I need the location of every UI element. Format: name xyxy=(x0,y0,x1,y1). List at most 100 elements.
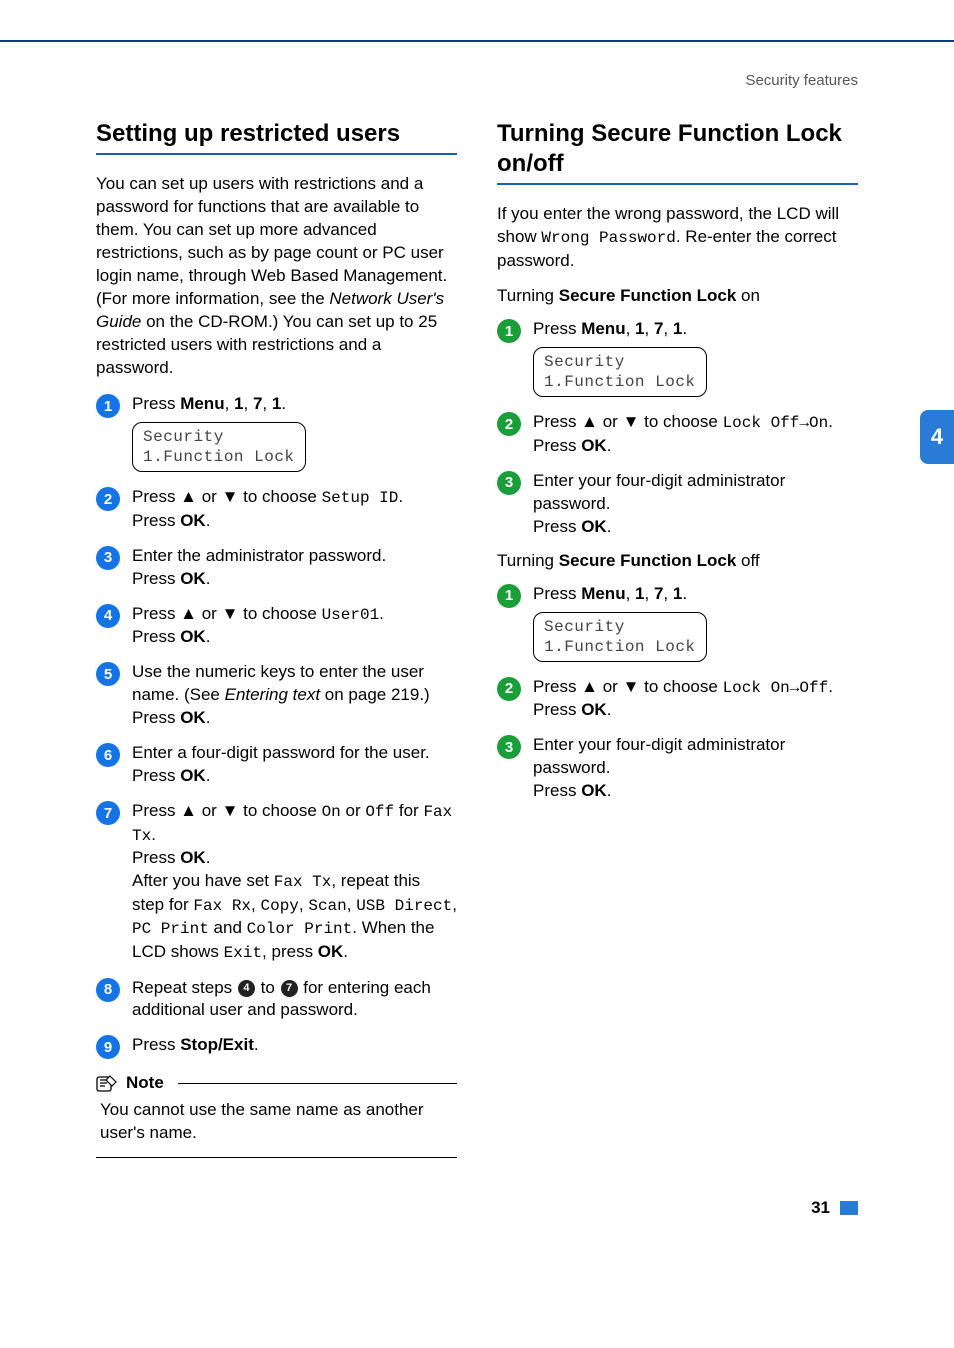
t: on page 219.) xyxy=(320,685,430,704)
left-title: Setting up restricted users xyxy=(96,119,457,149)
t: and xyxy=(209,918,247,937)
t: Press xyxy=(132,708,180,727)
t: Press ▲ or ▼ to choose xyxy=(132,801,322,820)
t: . xyxy=(206,569,211,588)
note-header-rule xyxy=(178,1083,457,1084)
t: . xyxy=(254,1035,259,1054)
step-badge-3: 3 xyxy=(497,471,521,495)
t: Fax Tx xyxy=(274,873,332,891)
on-step-1-body: Press Menu, 1, 7, 1. Security 1.Function… xyxy=(533,318,858,399)
t: , xyxy=(663,319,672,338)
off-step-3: 3 Enter your four-digit administrator pa… xyxy=(497,734,858,803)
off-step-1-body: Press Menu, 1, 7, 1. Security 1.Function… xyxy=(533,583,858,664)
t: User01 xyxy=(322,606,380,624)
on-step-2: 2 Press ▲ or ▼ to choose Lock Off→On. Pr… xyxy=(497,411,858,458)
t: Turning xyxy=(497,551,559,570)
t: . xyxy=(828,412,833,431)
left-step-9-body: Press Stop/Exit. xyxy=(132,1034,457,1057)
t: . xyxy=(379,604,384,623)
t: on xyxy=(736,286,760,305)
t: Secure Function Lock xyxy=(559,551,737,570)
t: Off xyxy=(365,803,394,821)
note-text: You cannot use the same name as another … xyxy=(96,1097,457,1151)
left-step-5-body: Use the numeric keys to enter the user n… xyxy=(132,661,457,730)
right-title: Turning Secure Function Lock on/off xyxy=(497,119,858,179)
t: . xyxy=(682,319,687,338)
t: 7 xyxy=(253,394,262,413)
t: . xyxy=(828,677,833,696)
t: Menu xyxy=(180,394,224,413)
left-step-6-body: Enter a four-digit password for the user… xyxy=(132,742,457,788)
step-badge-3: 3 xyxy=(96,546,120,570)
t: 7 xyxy=(654,584,663,603)
lcd-display: Security 1.Function Lock xyxy=(533,347,707,397)
left-step-6: 6 Enter a four-digit password for the us… xyxy=(96,742,457,788)
t: . xyxy=(607,436,612,455)
t: Turning xyxy=(497,286,559,305)
t: Secure Function Lock xyxy=(559,286,737,305)
t: OK xyxy=(318,942,344,961)
t: Press ▲ or ▼ to choose xyxy=(132,487,322,506)
left-column: Setting up restricted users You can set … xyxy=(96,119,457,1158)
t: Enter the administrator password. xyxy=(132,546,386,565)
t: . xyxy=(206,627,211,646)
t: OK xyxy=(180,848,206,867)
left-step-1-body: Press Menu, 1, 7, 1. Security 1.Function… xyxy=(132,393,457,474)
lcd-display: Security 1.Function Lock xyxy=(533,612,707,662)
t: . xyxy=(607,517,612,536)
t: . xyxy=(281,394,286,413)
t: Menu xyxy=(581,584,625,603)
step-badge-1: 1 xyxy=(497,319,521,343)
t: . xyxy=(206,511,211,530)
on-step-3: 3 Enter your four-digit administrator pa… xyxy=(497,470,858,539)
t: OK xyxy=(180,569,206,588)
t: 1 xyxy=(673,584,682,603)
t: Wrong Password xyxy=(541,229,675,247)
t: Press xyxy=(533,436,581,455)
sub-off: Turning Secure Function Lock off xyxy=(497,551,858,571)
step-badge-3: 3 xyxy=(497,735,521,759)
t: OK xyxy=(180,766,206,785)
t: off xyxy=(736,551,759,570)
inline-step-ref-4: 4 xyxy=(238,980,255,997)
t: OK xyxy=(581,700,607,719)
t: Press xyxy=(533,584,581,603)
t: Press xyxy=(533,517,581,536)
step-badge-4: 4 xyxy=(96,604,120,628)
t: Setup ID xyxy=(322,489,399,507)
t: 7 xyxy=(654,319,663,338)
t: OK xyxy=(180,511,206,530)
step-badge-2: 2 xyxy=(96,487,120,511)
note-icon xyxy=(96,1074,118,1092)
note-block: Note You cannot use the same name as ano… xyxy=(96,1073,457,1158)
t: Press ▲ or ▼ to choose xyxy=(132,604,322,623)
t: , xyxy=(299,895,308,914)
t: Press xyxy=(132,1035,180,1054)
t: , xyxy=(645,319,654,338)
t: , xyxy=(262,394,271,413)
left-intro-c: on the CD-ROM.) You can set up to 25 res… xyxy=(96,312,437,377)
left-step-8: 8 Repeat steps 4 to 7 for entering each … xyxy=(96,977,457,1023)
page-number: 31 xyxy=(811,1198,830,1218)
t: Color Print xyxy=(247,920,353,938)
t: Menu xyxy=(581,319,625,338)
t: . xyxy=(206,766,211,785)
left-step-7: 7 Press ▲ or ▼ to choose On or Off for F… xyxy=(96,800,457,965)
t: Press xyxy=(132,848,180,867)
left-step-4-body: Press ▲ or ▼ to choose User01. Press OK. xyxy=(132,603,457,650)
left-step-7-body: Press ▲ or ▼ to choose On or Off for Fax… xyxy=(132,800,457,965)
on-step-2-body: Press ▲ or ▼ to choose Lock Off→On. Pres… xyxy=(533,411,858,458)
t: Scan xyxy=(308,897,346,915)
t: PC Print xyxy=(132,920,209,938)
t: 1 xyxy=(635,319,644,338)
t: After you have set xyxy=(132,871,274,890)
inline-step-ref-7: 7 xyxy=(281,980,298,997)
left-step-8-body: Repeat steps 4 to 7 for entering each ad… xyxy=(132,977,457,1023)
t: 1 xyxy=(234,394,243,413)
t: for xyxy=(394,801,423,820)
t: Enter a four-digit password for the user… xyxy=(132,743,430,762)
t: Lock Off→On xyxy=(723,414,829,432)
t: Press xyxy=(132,569,180,588)
step-badge-1: 1 xyxy=(497,584,521,608)
right-column: Turning Secure Function Lock on/off If y… xyxy=(497,119,858,1158)
